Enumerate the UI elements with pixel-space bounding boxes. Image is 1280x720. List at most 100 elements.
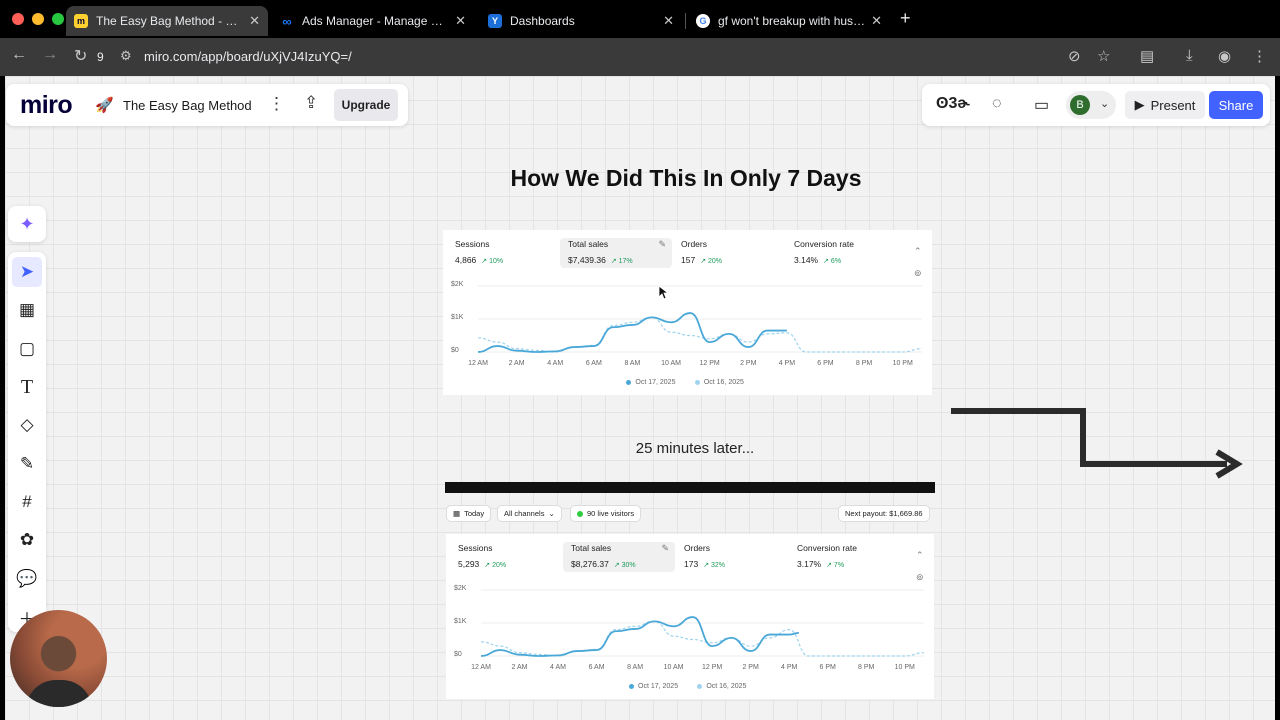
close-window-button[interactable]: [12, 13, 24, 25]
metric-delta: ↗ 7%: [826, 562, 845, 569]
metric-conversion-rate[interactable]: Conversion rate 3.14% ↗ 6%: [786, 238, 898, 268]
forward-icon[interactable]: →: [42, 46, 58, 64]
camera-blocked-icon[interactable]: ⊘: [1068, 47, 1081, 65]
connector-arrow[interactable]: [945, 400, 1245, 480]
date-filter-button[interactable]: ▦ Today: [446, 505, 492, 522]
back-icon[interactable]: ←: [11, 46, 27, 64]
tab-miro[interactable]: m The Easy Bag Method - Miro ✕: [66, 6, 268, 36]
edit-pencil-icon[interactable]: ✎: [658, 239, 666, 250]
present-label: Present: [1150, 97, 1196, 113]
address-bar[interactable]: ⚙ miro.com/app/board/uXjVJ4IzuYQ=/: [114, 44, 1164, 70]
tab-ads-manager[interactable]: ∞ Ads Manager - Manage ads - ✕: [272, 6, 474, 36]
metric-label: Total sales: [568, 239, 609, 249]
metric-orders[interactable]: Orders 173 ↗ 32%: [676, 542, 788, 572]
reading-list-icon[interactable]: ▤: [1140, 47, 1154, 65]
metric-label: Sessions: [458, 543, 493, 553]
miro-logo[interactable]: miro: [20, 91, 73, 120]
legend-label: Oct 16, 2025: [703, 379, 744, 386]
x-tick-label: 10 PM: [892, 360, 913, 367]
chat-icon[interactable]: ◌: [992, 95, 1002, 113]
legend-label: Oct 17, 2025: [635, 379, 676, 386]
present-button[interactable]: ▶ Present: [1125, 91, 1205, 119]
metric-value: 3.17% ↗ 7%: [797, 559, 845, 569]
metric-label: Orders: [681, 239, 707, 249]
tab-google-search[interactable]: G gf won't breakup with husban ✕: [688, 6, 890, 36]
shapes-icon[interactable]: ◇: [12, 410, 42, 440]
metric-label: Sessions: [455, 239, 490, 249]
meta-icon: ∞: [282, 13, 292, 29]
caption-text: 25 minutes later...: [635, 440, 755, 457]
x-tick-label: 2 PM: [742, 664, 759, 671]
y-tick-label: $0: [454, 651, 462, 658]
google-icon: G: [696, 14, 710, 28]
series-line-oct-16: [477, 316, 923, 353]
tab-title: Dashboards: [510, 14, 575, 28]
pen-icon[interactable]: ✎: [12, 449, 42, 479]
close-tab-icon[interactable]: ✕: [249, 13, 260, 29]
export-icon[interactable]: ⇪: [304, 93, 318, 113]
metric-total-sales[interactable]: Total sales ✎ $7,439.36 ↗ 17%: [560, 238, 672, 268]
site-settings-icon[interactable]: ⚙: [120, 48, 132, 64]
board-name[interactable]: The Easy Bag Method: [123, 98, 252, 113]
select-tool-icon[interactable]: ➤: [12, 257, 42, 287]
text-tool-icon[interactable]: T: [12, 372, 42, 402]
reactions-icon[interactable]: ʘ3ɚ: [936, 95, 970, 113]
x-tick-label: 4 AM: [547, 360, 564, 367]
new-tab-button[interactable]: +: [900, 8, 911, 29]
share-button[interactable]: Share: [1209, 91, 1263, 119]
close-tab-icon[interactable]: ✕: [663, 13, 674, 29]
edit-pencil-icon[interactable]: ✎: [661, 543, 669, 554]
chevron-down-icon[interactable]: ⌄: [1100, 97, 1109, 110]
rocket-icon: 🚀: [95, 97, 114, 114]
frame-icon[interactable]: #: [12, 487, 42, 517]
metric-delta: ↗ 10%: [481, 258, 504, 265]
templates-icon[interactable]: ▦: [12, 295, 42, 325]
close-tab-icon[interactable]: ✕: [871, 13, 882, 29]
metric-sessions[interactable]: Sessions 5,293 ↗ 20%: [450, 542, 562, 572]
x-tick-label: 4 PM: [781, 664, 798, 671]
metric-conversion-rate[interactable]: Conversion rate 3.17% ↗ 7%: [789, 542, 901, 572]
profile-icon[interactable]: ◉: [1218, 47, 1231, 65]
browser-toolbar: ← → ↻ 9 ⚙ miro.com/app/board/uXjVJ4IzuYQ…: [0, 38, 1280, 76]
reload-icon[interactable]: ↻: [74, 46, 87, 66]
legend-item: Oct 16, 2025: [694, 379, 744, 386]
metric-delta: ↗ 32%: [703, 562, 726, 569]
url-text: miro.com/app/board/uXjVJ4IzuYQ=/: [144, 49, 352, 64]
metric-delta: ↗ 20%: [484, 562, 507, 569]
collapse-chevron-icon[interactable]: ⌃: [914, 246, 922, 257]
board-heading: How We Did This In Only 7 Days: [510, 165, 862, 191]
board-menu-icon[interactable]: ⋮: [268, 94, 285, 114]
x-tick-label: 8 AM: [624, 360, 641, 367]
channels-filter-button[interactable]: All channels ⌄: [497, 505, 562, 522]
y-tick-label: $2K: [451, 281, 464, 288]
avatar[interactable]: B: [1070, 95, 1090, 115]
x-tick-label: 6 AM: [588, 664, 605, 671]
metric-total-sales[interactable]: Total sales ✎ $8,276.37 ↗ 30%: [563, 542, 675, 572]
download-icon[interactable]: ⤓: [1186, 47, 1193, 64]
metric-orders[interactable]: Orders 157 ↗ 20%: [673, 238, 785, 268]
live-visitors-button[interactable]: 90 live visitors: [570, 505, 642, 522]
legend-dot-icon: [629, 684, 634, 689]
sales-chart-after: $2K $1K $0 12 AM 2 AM 4 AM 6 AM 8 AM 10 AM 12 PM 2…: [446, 582, 934, 699]
close-tab-icon[interactable]: ✕: [455, 13, 466, 29]
ai-assist-icon[interactable]: ✦: [8, 206, 46, 242]
minimize-window-button[interactable]: [32, 13, 44, 25]
maximize-window-button[interactable]: [52, 13, 64, 25]
dashboard-after: Sessions 5,293 ↗ 20% Total sales ✎ $8,276…: [446, 534, 934, 699]
x-tick-label: 8 AM: [627, 664, 644, 671]
collapse-chevron-icon[interactable]: ⌃: [916, 550, 924, 561]
metric-delta: ↗ 30%: [613, 562, 636, 569]
bookmark-star-icon[interactable]: ☆: [1097, 47, 1110, 65]
metric-sessions[interactable]: Sessions 4,866 ↗ 10%: [447, 238, 559, 268]
browser-menu-icon[interactable]: ⋮: [1252, 47, 1267, 65]
apps-icon[interactable]: ✿: [12, 525, 42, 555]
upgrade-button[interactable]: Upgrade: [334, 89, 398, 121]
comment-icon[interactable]: 💬: [12, 564, 42, 594]
tab-dashboards[interactable]: Y Dashboards ✕: [480, 6, 682, 36]
video-call-icon[interactable]: ▭: [1034, 95, 1049, 115]
y-tick-label: $2K: [454, 585, 467, 592]
date-filter-label: Today: [464, 509, 485, 518]
tab-separator: [685, 13, 686, 29]
next-payout-button[interactable]: Next payout: $1,669.86: [838, 505, 930, 522]
sticky-note-icon[interactable]: ▢: [12, 334, 42, 364]
